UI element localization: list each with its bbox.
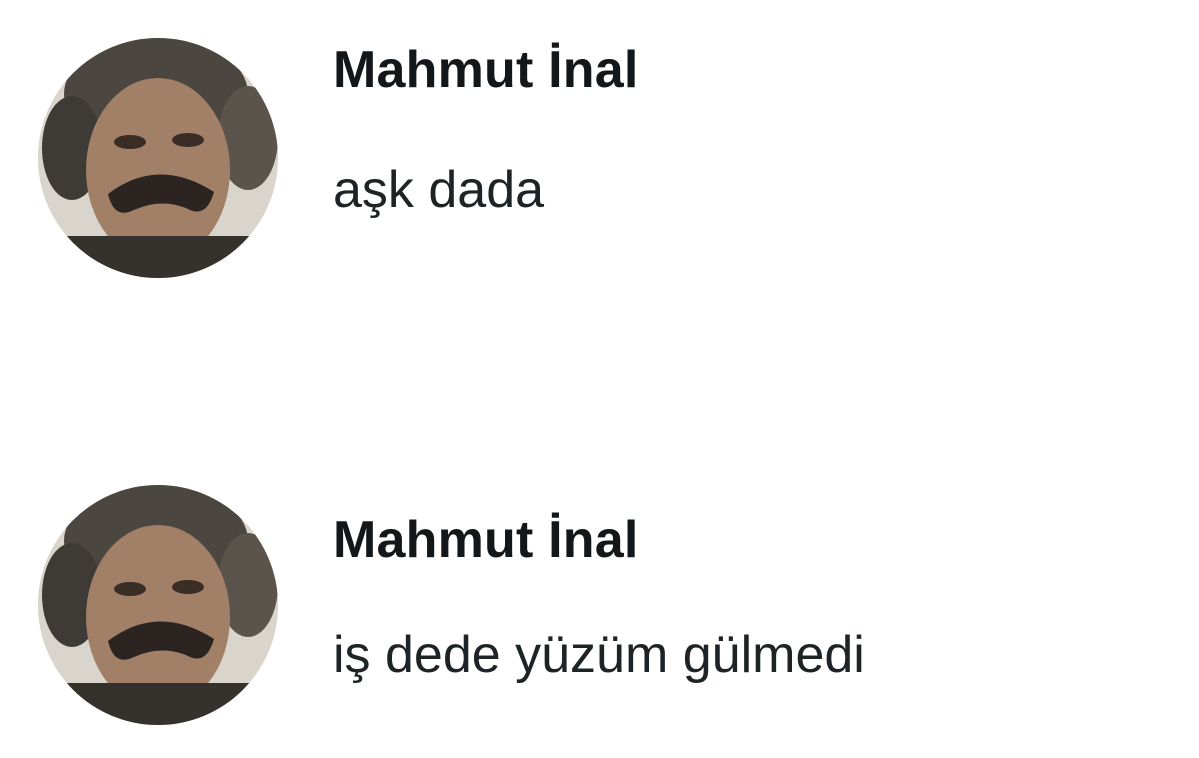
avatar-photo-icon — [38, 38, 278, 278]
author-name[interactable]: Mahmut İnal — [333, 510, 639, 570]
post-item: Mahmut İnal aşk dada — [0, 0, 1199, 340]
avatar-photo-icon — [38, 485, 278, 725]
avatar[interactable] — [38, 485, 278, 725]
post-text: aşk dada — [333, 161, 545, 219]
avatar[interactable] — [38, 38, 278, 278]
post-text: iş dede yüzüm gülmedi — [333, 626, 865, 684]
author-name[interactable]: Mahmut İnal — [333, 40, 639, 100]
post-item: Mahmut İnal iş dede yüzüm gülmedi — [0, 455, 1199, 758]
